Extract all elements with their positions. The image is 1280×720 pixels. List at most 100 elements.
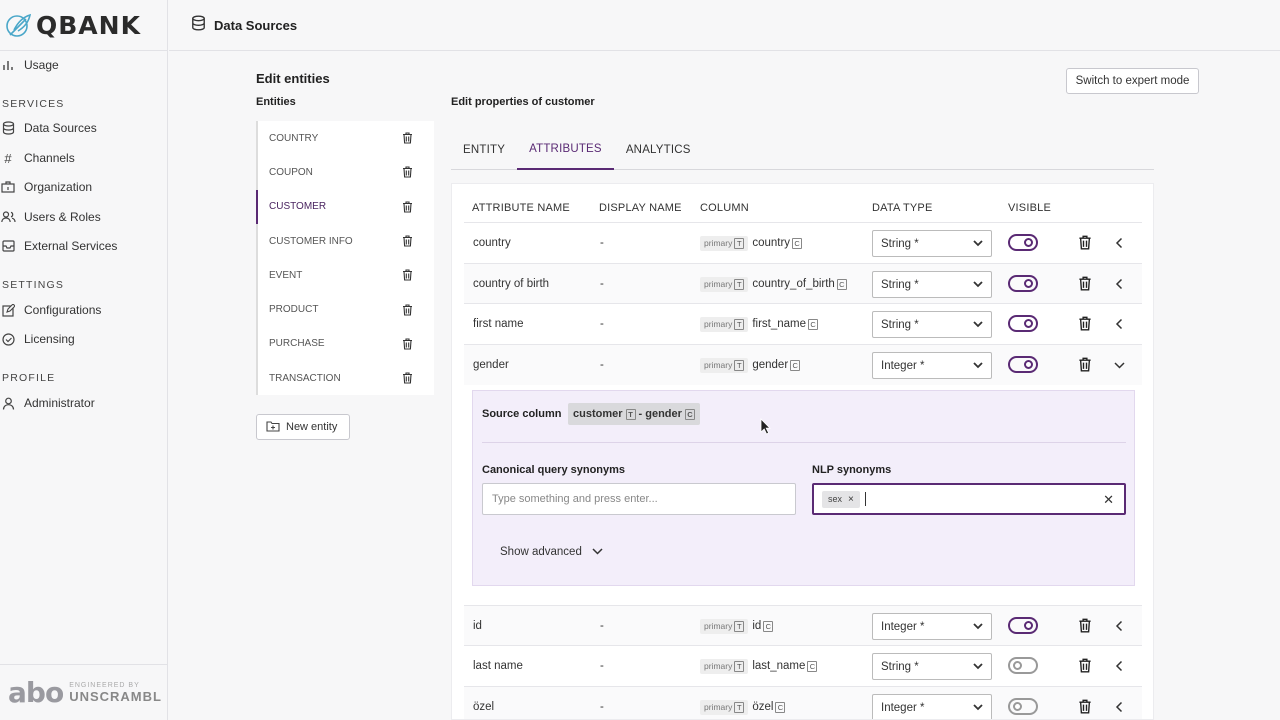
entity-item[interactable]: EVENT <box>256 258 434 293</box>
nav-external-services-label: External Services <box>24 239 118 253</box>
table-row[interactable]: first name - primary Tfirst_name C String * <box>464 303 1142 344</box>
entity-item[interactable]: TRANSACTION <box>256 361 434 396</box>
toggle-knob <box>1024 238 1033 247</box>
tab-analytics[interactable]: ANALYTICS <box>614 130 703 170</box>
data-type-select[interactable]: String * <box>872 653 992 680</box>
trash-icon[interactable] <box>1078 316 1092 336</box>
trash-icon[interactable] <box>1078 276 1092 296</box>
entity-item[interactable]: CUSTOMER <box>256 189 434 224</box>
column-badge: C <box>790 359 801 371</box>
trash-icon[interactable] <box>400 165 414 179</box>
source-column-name: - gender <box>638 408 682 420</box>
nav-usage-label: Usage <box>24 58 59 72</box>
chevron-left-icon[interactable] <box>1114 317 1125 335</box>
entity-item[interactable]: COUPON <box>256 155 434 190</box>
clear-icon[interactable]: ✕ <box>1103 492 1114 508</box>
trash-icon[interactable] <box>400 200 414 214</box>
canonical-synonyms-label: Canonical query synonyms <box>482 464 626 476</box>
data-type-select[interactable]: Integer * <box>872 613 992 640</box>
trash-icon[interactable] <box>1078 357 1092 377</box>
nav-users-roles-label: Users & Roles <box>24 210 101 224</box>
display-name: - <box>600 620 604 632</box>
nlp-synonyms-input[interactable]: sex × ✕ <box>812 483 1126 515</box>
data-type-select[interactable]: Integer * <box>872 694 992 719</box>
nav-configurations-label: Configurations <box>24 303 102 317</box>
entity-item[interactable]: COUNTRY <box>256 121 434 156</box>
tab-bar: ENTITY ATTRIBUTES ANALYTICS <box>451 130 1154 170</box>
data-type-select[interactable]: String * <box>872 230 992 257</box>
table-badge: T <box>734 318 745 330</box>
trash-icon[interactable] <box>1078 699 1092 719</box>
hash-icon: # <box>4 150 12 166</box>
column-name: first_name <box>752 318 807 330</box>
nav-administrator[interactable]: Administrator <box>0 395 95 411</box>
column-name: country_of_birth <box>752 278 835 290</box>
trash-icon[interactable] <box>400 303 414 317</box>
chevron-left-icon[interactable] <box>1114 619 1125 637</box>
table-row[interactable]: country of birth - primary Tcountry_of_birt… <box>464 263 1142 304</box>
data-type-value: String * <box>881 237 919 250</box>
data-type-select[interactable]: Integer * <box>872 352 992 379</box>
trash-icon[interactable] <box>1078 618 1092 638</box>
chevron-left-icon[interactable] <box>1114 236 1125 254</box>
entity-item[interactable]: PRODUCT <box>256 292 434 327</box>
table-row[interactable]: özel - primary Tözel C Integer * <box>464 686 1142 719</box>
new-entity-button[interactable]: New entity <box>256 414 350 440</box>
nav-configurations[interactable]: Configurations <box>0 302 101 318</box>
entity-item[interactable]: CUSTOMER INFO <box>256 223 434 259</box>
tab-entity[interactable]: ENTITY <box>451 130 517 170</box>
chevron-down-icon <box>973 621 983 633</box>
data-type-select[interactable]: String * <box>872 311 992 338</box>
users-icon <box>0 209 16 225</box>
table-row[interactable]: country - primary Tcountry C String * <box>464 222 1142 263</box>
table-row[interactable]: gender - primary Tgender C Integer * <box>464 344 1142 385</box>
column-cell: primary Tözel C <box>700 687 786 719</box>
table-row[interactable]: id - primary Tid C Integer * <box>464 605 1142 646</box>
primary-label: primary <box>704 319 733 329</box>
primary-label: primary <box>704 360 733 370</box>
trash-icon[interactable] <box>400 337 414 351</box>
nav-external-services[interactable]: External Services <box>0 238 117 254</box>
visible-toggle[interactable] <box>1008 617 1038 634</box>
chevron-down-icon[interactable] <box>1114 358 1125 376</box>
trash-icon[interactable] <box>1078 658 1092 678</box>
brand-logo[interactable]: QBANK <box>0 0 167 51</box>
switch-expert-mode-button[interactable]: Switch to expert mode <box>1066 68 1199 94</box>
nav-organization[interactable]: Organization <box>0 179 92 195</box>
trash-icon[interactable] <box>400 234 414 248</box>
nav-licensing[interactable]: Licensing <box>0 331 75 347</box>
visible-toggle[interactable] <box>1008 315 1038 332</box>
canonical-synonyms-input[interactable]: Type something and press enter... <box>482 483 796 515</box>
footer-company-text: UNSCRAMBL <box>69 688 162 704</box>
show-advanced-toggle[interactable]: Show advanced <box>500 546 603 558</box>
trash-icon[interactable] <box>400 268 414 282</box>
data-type-select[interactable]: String * <box>872 271 992 298</box>
visible-toggle[interactable] <box>1008 275 1038 292</box>
data-type-value: Integer * <box>881 359 925 372</box>
footer-abo-logo: abo <box>8 676 64 709</box>
database-icon <box>0 120 16 136</box>
entity-item[interactable]: PURCHASE <box>256 326 434 362</box>
visible-toggle[interactable] <box>1008 698 1038 715</box>
chevron-left-icon[interactable] <box>1114 659 1125 677</box>
visible-toggle[interactable] <box>1008 356 1038 373</box>
tab-attributes[interactable]: ATTRIBUTES <box>517 130 614 170</box>
chevron-left-icon[interactable] <box>1114 700 1125 718</box>
nav-usage[interactable]: Usage <box>0 57 59 73</box>
table-row[interactable]: last name - primary Tlast_name C String * <box>464 645 1142 686</box>
tag-remove-icon[interactable]: × <box>848 494 854 505</box>
nav-data-sources[interactable]: Data Sources <box>0 120 97 136</box>
trash-icon[interactable] <box>400 371 414 385</box>
visible-toggle[interactable] <box>1008 657 1038 674</box>
trash-icon[interactable] <box>1078 235 1092 255</box>
attribute-detail-panel: Source column customer T - gender C Cano… <box>472 390 1135 586</box>
nav-channels[interactable]: # Channels <box>0 150 74 166</box>
chevron-down-icon <box>592 546 603 558</box>
nav-users-roles[interactable]: Users & Roles <box>0 209 101 225</box>
check-circle-icon <box>0 331 16 347</box>
chevron-left-icon[interactable] <box>1114 277 1125 295</box>
page-title: Data Sources <box>214 17 298 33</box>
visible-toggle[interactable] <box>1008 234 1038 251</box>
trash-icon[interactable] <box>400 131 414 145</box>
chevron-down-icon <box>973 279 983 291</box>
